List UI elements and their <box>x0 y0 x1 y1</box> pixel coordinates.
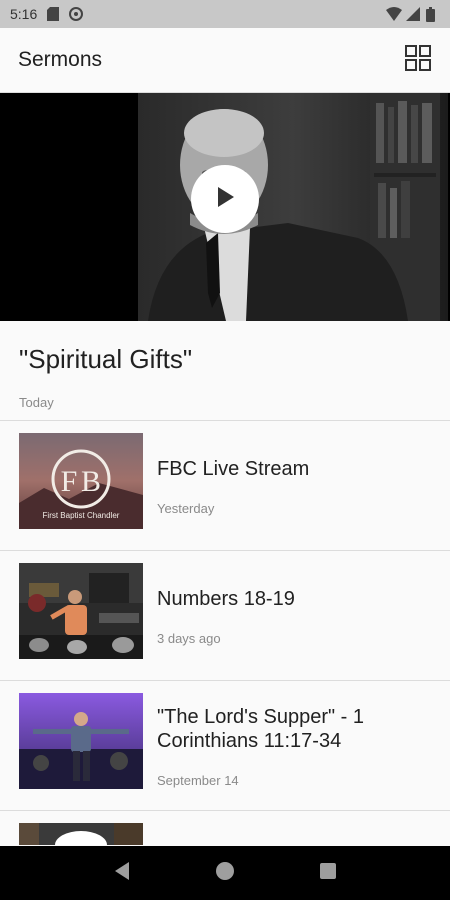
svg-text:F: F <box>61 465 78 498</box>
play-button[interactable] <box>191 165 259 233</box>
sermon-title: FBC Live Stream <box>157 457 310 480</box>
featured-sermon-title: "Spiritual Gifts" <box>19 344 193 374</box>
featured-sermon[interactable]: "Spiritual Gifts" Today <box>0 321 450 421</box>
status-bar: 5:16 <box>0 0 450 28</box>
battery-icon <box>426 7 440 22</box>
recents-button[interactable] <box>313 858 343 888</box>
sermon-thumbnail: F B First Baptist Chandler <box>19 433 143 529</box>
sermon-date: September 14 <box>157 772 239 788</box>
signal-icon <box>406 7 420 21</box>
home-button[interactable] <box>210 858 240 888</box>
svg-text:B: B <box>81 465 101 498</box>
system-nav-bar <box>0 846 450 900</box>
sermon-date: Yesterday <box>157 500 215 516</box>
cast-icon <box>69 7 84 21</box>
status-time: 5:16 <box>10 6 38 22</box>
featured-sermon-date: Today <box>19 395 54 410</box>
grid-view-button[interactable] <box>404 44 432 76</box>
play-icon <box>214 185 236 214</box>
sermon-list-item[interactable]: Numbers 18-19 3 days ago <box>0 551 450 681</box>
featured-video[interactable] <box>0 93 450 321</box>
sermon-thumbnail <box>19 563 143 659</box>
sd-card-icon <box>47 7 61 21</box>
app-bar: Sermons <box>0 28 450 93</box>
grid-view-icon <box>405 44 431 76</box>
sermon-thumbnail <box>19 823 143 845</box>
sermon-list: F B First Baptist Chandler FBC Live Stre… <box>0 421 450 900</box>
sermon-title: Numbers 18-19 <box>157 587 295 610</box>
recents-square-icon <box>319 862 337 885</box>
sermon-thumbnail <box>19 693 143 789</box>
back-triangle-icon <box>113 861 131 886</box>
wifi-icon <box>386 7 402 21</box>
sermon-title: "The Lord's Supper" - 1 Corinthians 11:1… <box>157 705 365 752</box>
page-title: Sermons <box>18 48 103 71</box>
thumbnail-caption: First Baptist Chandler <box>42 511 120 520</box>
sermon-list-item[interactable]: F B First Baptist Chandler FBC Live Stre… <box>0 421 450 551</box>
sermon-date: 3 days ago <box>157 630 221 646</box>
sermon-video-thumbnail <box>138 93 448 321</box>
home-circle-icon <box>215 861 235 886</box>
back-button[interactable] <box>107 858 137 888</box>
sermon-list-item[interactable]: "The Lord's Supper" - 1 Corinthians 11:1… <box>0 681 450 811</box>
